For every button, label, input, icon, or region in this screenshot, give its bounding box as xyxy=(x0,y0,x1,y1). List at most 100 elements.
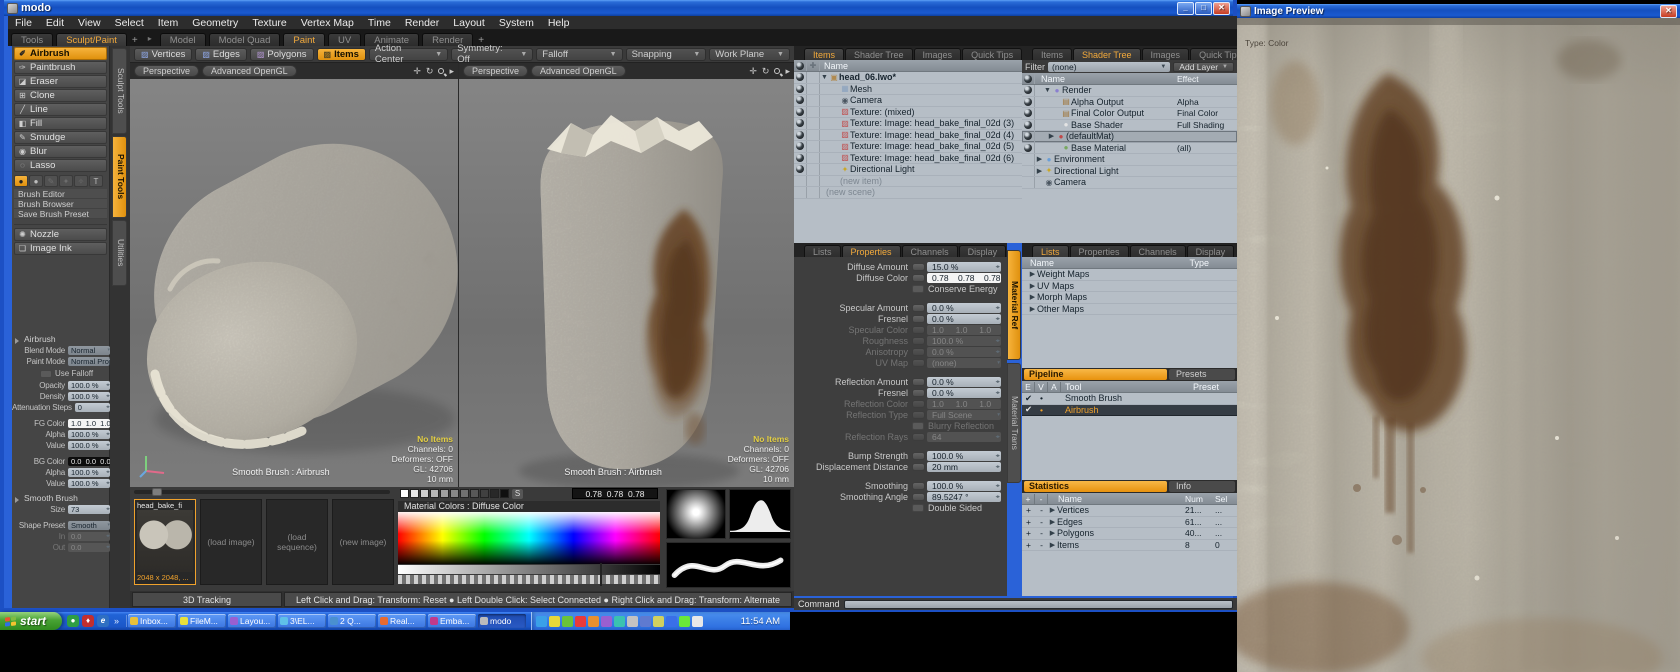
task-button-inbox[interactable]: Inbox... xyxy=(128,614,176,628)
tray-icon[interactable] xyxy=(692,616,703,627)
tool-smudge[interactable]: ✎Smudge xyxy=(14,131,107,144)
load-sequence-slot[interactable]: (load sequence) xyxy=(266,499,328,585)
tool-blur[interactable]: ◉Blur xyxy=(14,145,107,158)
expander-icon[interactable]: ▶ xyxy=(1047,132,1056,140)
viewport-type-button[interactable]: Perspective xyxy=(134,65,199,77)
internet-explorer-icon[interactable]: e xyxy=(97,615,109,627)
task-button-realplayer[interactable]: Real... xyxy=(378,614,426,628)
menu-render[interactable]: Render xyxy=(398,16,446,30)
gray-swatch-row[interactable]: S xyxy=(400,489,523,499)
specular-amount-field[interactable]: 0.0 %◂▸ xyxy=(927,303,1001,313)
load-image-slot[interactable]: (load image) xyxy=(200,499,262,585)
channel-pip[interactable] xyxy=(912,482,925,490)
smoothing-angle-field[interactable]: 89.5247 °◂▸ xyxy=(927,492,1001,502)
item-row-mesh[interactable]: ▦Mesh xyxy=(794,84,1022,96)
menu-help[interactable]: Help xyxy=(541,16,577,30)
tool-image-ink[interactable]: ❏Image Ink xyxy=(14,242,107,255)
brush-editor-link[interactable]: Brush Editor xyxy=(14,189,107,199)
channel-pip[interactable] xyxy=(912,274,925,282)
expander-icon[interactable]: ▶ xyxy=(1048,529,1057,537)
diffuse-color-field[interactable]: 0.78 0.78 0.78 xyxy=(927,273,1001,283)
menu-geometry[interactable]: Geometry xyxy=(185,16,245,30)
tool-paintbrush[interactable]: ✑Paintbrush xyxy=(14,61,107,74)
brush-pattern-icon[interactable]: ✧ xyxy=(74,175,88,187)
eye-icon[interactable] xyxy=(796,165,804,173)
list-row-weight-maps[interactable]: ▶Weight Maps xyxy=(1022,269,1237,281)
item-row-camera[interactable]: ◉Camera xyxy=(794,95,1022,107)
tool-clone[interactable]: ⊞Clone xyxy=(14,89,107,102)
fg-alpha-field[interactable]: 100.0 %◂▸ xyxy=(68,430,110,439)
menu-vertex-map[interactable]: Vertex Map xyxy=(294,16,361,30)
eye-icon[interactable] xyxy=(1024,98,1032,106)
viewport-type-button[interactable]: Perspective xyxy=(463,65,528,77)
channel-pip[interactable] xyxy=(912,326,925,334)
uv-map-dropdown[interactable]: (none)▾ xyxy=(927,358,1001,368)
add-icon[interactable]: + xyxy=(1022,540,1035,550)
eye-icon[interactable] xyxy=(796,142,804,150)
stone-mesh-right[interactable] xyxy=(459,79,794,487)
stats-row-edges[interactable]: +-▶Edges61...... xyxy=(1022,517,1237,529)
new-item-row[interactable]: (new item) xyxy=(794,176,1022,188)
shader-row-default-material[interactable]: ▶●(defaultMat) xyxy=(1022,131,1237,143)
tray-icon[interactable] xyxy=(562,616,573,627)
menu-item[interactable]: Item xyxy=(151,16,185,30)
tab-scroll-arrow-icon[interactable]: ▸ xyxy=(143,32,157,46)
channel-pip[interactable] xyxy=(912,493,925,501)
shape-preset-dropdown[interactable]: Smooth▾ xyxy=(68,521,110,530)
list-row-uv-maps[interactable]: ▶UV Maps xyxy=(1022,281,1237,293)
tab-channels[interactable]: Channels xyxy=(1130,245,1186,257)
diffuse-amount-field[interactable]: 15.0 %◂▸ xyxy=(927,262,1001,272)
add-icon[interactable]: + xyxy=(1022,505,1035,515)
task-button-layout[interactable]: Layou... xyxy=(228,614,276,628)
expander-icon[interactable]: ▶ xyxy=(1048,518,1057,526)
stats-row-vertices[interactable]: +-▶Vertices21...... xyxy=(1022,505,1237,517)
section-airbrush[interactable]: Airbrush xyxy=(12,334,110,344)
add-icon[interactable]: + xyxy=(1022,528,1035,538)
item-row-texture-4[interactable]: ▨Texture: Image: head_bake_final_02d (4) xyxy=(794,130,1022,142)
expander-icon[interactable]: ▶ xyxy=(1035,167,1044,175)
viewport-menu-arrow-icon[interactable]: ▸ xyxy=(449,66,454,77)
channel-pip[interactable] xyxy=(912,411,925,419)
task-button-quicktime[interactable]: 2 Q... xyxy=(328,614,376,628)
viewport-menu-arrow-icon[interactable]: ▸ xyxy=(785,66,790,77)
action-center-dropdown[interactable]: Action Center▼ xyxy=(369,48,448,61)
viewport-renderer-button[interactable]: Advanced OpenGL xyxy=(202,65,297,77)
tab-model[interactable]: Model xyxy=(160,33,206,46)
roughness-field[interactable]: 100.0 %◂▸ xyxy=(927,336,1001,346)
blend-mode-dropdown[interactable]: Normal▾ xyxy=(68,346,110,355)
taskbar-clock[interactable]: 11:54 AM xyxy=(741,616,786,627)
reflection-type-dropdown[interactable]: Full Scene▾ xyxy=(927,410,1001,420)
mode-items-button[interactable]: ▨Items xyxy=(317,48,366,61)
viewport-right[interactable]: Perspective Advanced OpenGL ✛ ↻ ▸ xyxy=(459,63,794,487)
tray-icon[interactable] xyxy=(666,616,677,627)
eye-icon[interactable] xyxy=(1024,132,1032,140)
channel-pip[interactable] xyxy=(912,433,925,441)
brush-hard-icon[interactable]: ● xyxy=(29,175,43,187)
expander-icon[interactable]: ▶ xyxy=(1028,305,1037,313)
channel-pip[interactable] xyxy=(912,400,925,408)
work-plane-dropdown[interactable]: Work Plane▼ xyxy=(709,48,790,61)
pan-icon[interactable]: ✛ xyxy=(413,66,421,77)
tool-fill[interactable]: ◧Fill xyxy=(14,117,107,130)
viewport-renderer-button[interactable]: Advanced OpenGL xyxy=(531,65,626,77)
side-tab-material-trans[interactable]: Material Trans xyxy=(1007,363,1021,483)
tray-icon[interactable] xyxy=(601,616,612,627)
menu-select[interactable]: Select xyxy=(108,16,151,30)
expander-icon[interactable]: ▶ xyxy=(1028,293,1037,301)
tab-model-quad[interactable]: Model Quad xyxy=(209,33,281,46)
pan-icon[interactable]: ✛ xyxy=(749,66,757,77)
blurry-reflection-checkbox[interactable] xyxy=(912,422,924,430)
viewport-left[interactable]: Perspective Advanced OpenGL ✛ ↻ ▸ xyxy=(130,63,459,487)
tray-icon[interactable] xyxy=(653,616,664,627)
tab-items[interactable]: Items xyxy=(804,48,844,60)
bump-strength-field[interactable]: 100.0 %◂▸ xyxy=(927,451,1001,461)
eye-icon[interactable] xyxy=(1024,109,1032,117)
double-sided-checkbox[interactable] xyxy=(912,504,924,512)
add-layer-button[interactable]: Add Layer▼ xyxy=(1173,62,1234,72)
rotate-icon[interactable]: ↻ xyxy=(762,66,770,77)
brush-procedural-icon[interactable]: ✎ xyxy=(44,175,58,187)
side-tab-sculpt-tools[interactable]: Sculpt Tools xyxy=(112,48,127,134)
slider-handle[interactable] xyxy=(152,488,162,496)
tool-line[interactable]: ╱Line xyxy=(14,103,107,116)
tab-sculpt-paint[interactable]: Sculpt/Paint xyxy=(56,33,127,46)
